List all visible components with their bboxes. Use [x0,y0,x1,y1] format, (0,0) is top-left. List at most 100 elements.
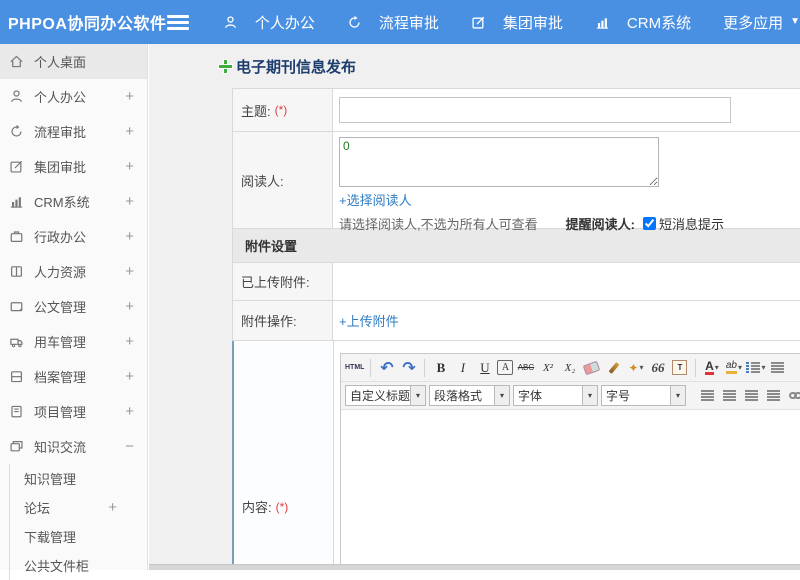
subject-input[interactable] [339,97,731,123]
align-left-button[interactable] [698,386,717,406]
remove-format-button[interactable] [582,358,601,378]
caret-down-icon: ▾ [495,385,510,406]
sidebar-item-knowledge-exchange[interactable]: 知识交流 − [0,429,147,464]
sidebar-item-crm[interactable]: CRM系统 + [0,184,147,219]
sidebar-item-admin-office[interactable]: 行政办公 + [0,219,147,254]
font-style-button[interactable]: A [497,360,514,375]
align-right-button[interactable] [742,386,761,406]
link-icon [789,392,800,399]
expand-plus[interactable]: + [125,263,147,280]
redo-button[interactable]: ↷ [399,358,418,378]
chart-icon [9,194,26,209]
expand-plus[interactable]: + [108,499,147,516]
unordered-list-button[interactable] [768,358,787,378]
nav-item-crm[interactable]: CRM系统 [595,12,691,33]
subject-row: 主题: (*) [232,89,800,132]
attachment-operation-row: 附件操作: +上传附件 [232,301,800,341]
sidebar-subitem-public-file-cabinet[interactable]: 公共文件柜 [10,551,147,580]
sidebar-subitem-knowledge-management[interactable]: 知识管理 [10,464,147,493]
editor-toolbar-row1: HTML ↶ ↷ B I U A ABC X² X₂ ✦ ▾ 66 T A ▾ … [341,354,800,382]
collapse-minus[interactable]: − [125,438,147,455]
highlight-color-button[interactable]: ab ▾ [724,358,743,378]
expand-plus[interactable]: + [125,193,147,210]
caret-down-icon: ▾ [714,363,719,372]
expand-plus[interactable]: + [125,333,147,350]
paste-plain-button[interactable]: T [670,358,689,378]
strikethrough-button[interactable]: ABC [516,358,535,378]
sidebar-item-human-resources[interactable]: 人力资源 + [0,254,147,289]
expand-plus[interactable]: + [125,368,147,385]
expand-plus[interactable]: + [125,158,147,175]
font-color-icon: A [705,359,714,375]
sidebar-item-project-management[interactable]: 项目管理 + [0,394,147,429]
sidebar-item-archive-management[interactable]: 档案管理 + [0,359,147,394]
user-icon [223,15,240,30]
editor-content-area[interactable] [341,410,800,570]
nav-item-personal-office[interactable]: 个人办公 [223,12,315,33]
uploaded-attachments-row: 已上传附件: [232,263,800,301]
expand-plus[interactable]: + [125,403,147,420]
unordered-list-icon [771,362,785,373]
nav-item-more-apps[interactable]: 更多应用 ▼ [723,12,800,33]
justify-button[interactable] [764,386,783,406]
superscript-button[interactable]: X² [538,358,557,378]
sms-notify-checkbox[interactable] [642,217,656,230]
readers-textarea[interactable]: 0 [339,137,659,187]
select-readers-link[interactable]: +选择阅读人 [339,193,412,208]
caret-down-icon: ▾ [411,385,426,406]
nav-item-workflow-approval[interactable]: 流程审批 [347,12,439,33]
font-family-select[interactable]: 字体 ▾ [513,385,598,406]
html-source-button[interactable]: HTML [345,358,364,378]
undo-button[interactable]: ↶ [377,358,396,378]
italic-button[interactable]: I [453,358,472,378]
nav-label: CRM系统 [626,14,692,32]
sidebar-item-group-approval[interactable]: 集团审批 + [0,149,147,184]
sidebar-subitem-download-management[interactable]: 下载管理 [10,522,147,551]
eraser-icon [583,360,601,375]
knowledge-exchange-submenu: 知识管理 论坛 + 下载管理 公共文件柜 [9,464,147,580]
notebook-icon [9,404,26,419]
font-color-button[interactable]: A ▾ [702,358,721,378]
auto-typeset-button[interactable]: ✦ ▾ [626,358,645,378]
ordered-list-icon [746,362,750,373]
content-row: 内容: (*) HTML ↶ ↷ B I U A ABC X² X₂ ✦ ▾ 6… [232,341,800,570]
blockquote-button[interactable]: 66 [648,358,667,378]
subscript-button[interactable]: X₂ [560,358,579,378]
book-icon [9,264,26,279]
paragraph-format-select[interactable]: 段落格式 ▾ [429,385,510,406]
expand-plus[interactable]: + [125,228,147,245]
sidebar-subitem-forum[interactable]: 论坛 + [10,493,147,522]
ordered-list-button[interactable]: ▾ [746,358,765,378]
bold-button[interactable]: B [431,358,450,378]
expand-plus[interactable]: + [125,298,147,315]
font-size-select[interactable]: 字号 ▾ [601,385,686,406]
required-mark: (*) [274,103,288,117]
nav-item-group-approval[interactable]: 集团审批 [471,12,563,33]
app-title: PHPOA协同办公软件 [8,16,167,33]
format-brush-button[interactable] [604,358,623,378]
sidebar-item-personal-office[interactable]: 个人办公 + [0,79,147,114]
align-center-button[interactable] [720,386,739,406]
justify-icon [767,390,780,401]
heading-select[interactable]: 自定义标题 ▾ [345,385,426,406]
chat-icon [9,439,26,454]
uploaded-attachments-value [333,263,800,300]
sidebar-item-document-management[interactable]: 公文管理 + [0,289,147,324]
underline-button[interactable]: U [475,358,494,378]
sidebar-item-vehicle-management[interactable]: 用车管理 + [0,324,147,359]
align-left-icon [701,390,714,401]
upload-attachment-link[interactable]: +上传附件 [339,311,399,330]
hamburger-menu-icon[interactable] [166,14,189,30]
sidebar-item-personal-desktop[interactable]: 个人桌面 [0,44,147,79]
expand-plus[interactable]: + [125,123,147,140]
add-icon [219,60,232,73]
expand-plus[interactable]: + [125,88,147,105]
wand-icon: ✦ [628,360,639,375]
nav-label: 流程审批 [378,14,439,32]
insert-link-button[interactable] [786,386,800,406]
main-content: 电子期刊信息发布 主题: (*) 阅读人: 0 +选择阅读人 请选择阅读人,不选… [149,44,800,570]
edit-icon [471,15,488,30]
sidebar-item-workflow-approval[interactable]: 流程审批 + [0,114,147,149]
caret-down-icon: ▾ [738,363,743,372]
horizontal-scrollbar[interactable] [149,564,800,570]
